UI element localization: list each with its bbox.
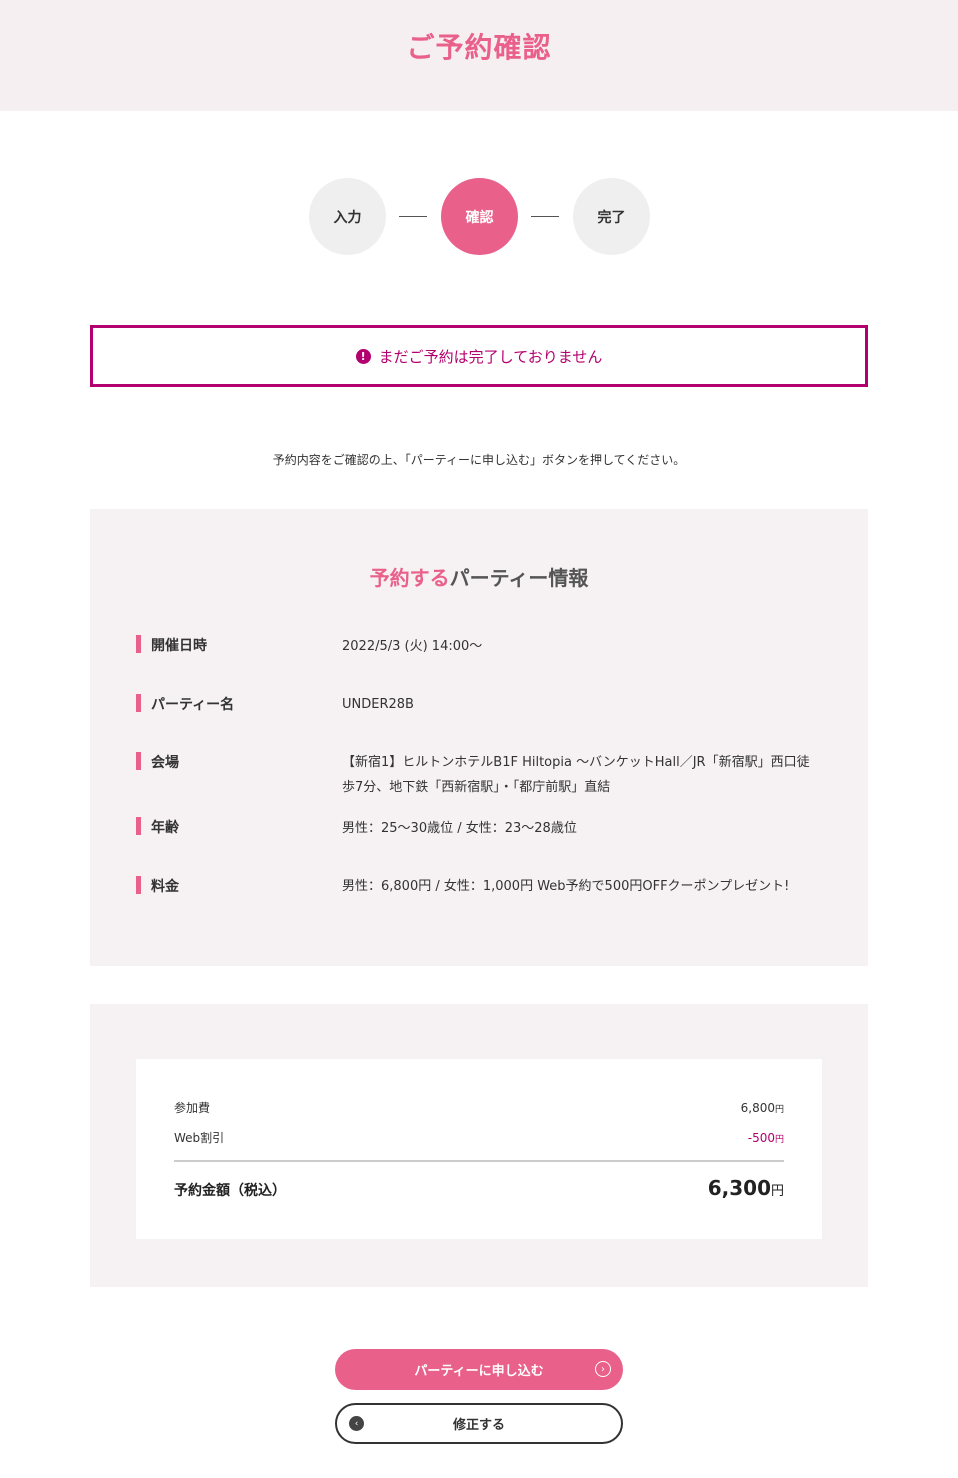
page-header: ご予約確認 <box>0 0 958 111</box>
chevron-right-icon: › <box>595 1361 611 1377</box>
row-value-venue: 【新宿1】ヒルトンホテルB1F Hiltopia 〜バンケットHall／JR「新… <box>342 755 810 795</box>
row-label-date: 開催日時 <box>136 635 207 655</box>
step-input: 入力 <box>309 178 386 255</box>
row-label-age: 年齢 <box>136 817 179 837</box>
step-complete: 完了 <box>573 178 650 255</box>
row-value-date: 2022/5/3 (火) 14:00〜 <box>342 639 483 654</box>
row-value-party-name: UNDER28B <box>342 697 414 712</box>
yen-unit: 円 <box>770 1184 784 1199</box>
yen-unit: 円 <box>774 1105 784 1115</box>
notice-text: まだご予約は完了しておりません <box>378 347 603 366</box>
discount-row: Web割引 -500円 <box>174 1129 784 1146</box>
row-label-party-name: パーティー名 <box>136 694 234 714</box>
party-info-panel: 予約するパーティー情報 開催日時 2022/5/3 (火) 14:00〜 パーテ… <box>90 509 868 966</box>
row-label-venue: 会場 <box>136 752 179 772</box>
step-connector <box>399 216 427 217</box>
discount-label: Web割引 <box>174 1131 225 1145</box>
apply-button-label: パーティーに申し込む <box>414 1364 544 1379</box>
total-value: 6,300 <box>707 1176 771 1200</box>
step-connector <box>531 216 559 217</box>
party-info-heading: 予約するパーティー情報 <box>90 562 868 591</box>
instruction-text: 予約内容をご確認の上、「パーティーに申し込む」ボタンを押してください。 <box>272 453 686 467</box>
not-complete-notice: ! まだご予約は完了しておりません <box>90 325 868 387</box>
chevron-left-icon: ‹ <box>349 1416 364 1431</box>
fee-value: 6,800 <box>740 1101 775 1115</box>
row-label-fee: 料金 <box>136 876 179 896</box>
page-title: ご予約確認 <box>406 31 552 64</box>
fee-label: 参加費 <box>174 1101 211 1115</box>
heading-rest: パーティー情報 <box>449 566 589 590</box>
step-confirm: 確認 <box>441 178 518 255</box>
apply-party-button[interactable]: パーティーに申し込む › <box>335 1349 623 1390</box>
fee-row: 参加費 6,800円 <box>174 1099 784 1116</box>
price-summary: 参加費 6,800円 Web割引 -500円 予約金額（税込） 6,300円 <box>136 1059 822 1239</box>
edit-button-label: 修正する <box>452 1418 505 1433</box>
row-value-age: 男性：25〜30歳位 / 女性：23〜28歳位 <box>342 821 577 836</box>
progress-steps: 入力 確認 完了 <box>0 178 958 256</box>
exclamation-circle-icon: ! <box>355 348 371 364</box>
row-value-fee: 男性：6,800円 / 女性：1,000円 Web予約で500円OFFクーポンプ… <box>342 879 790 894</box>
divider <box>174 1160 784 1162</box>
discount-value: -500 <box>747 1131 775 1145</box>
price-panel: 参加費 6,800円 Web割引 -500円 予約金額（税込） 6,300円 <box>90 1004 868 1287</box>
heading-accent: 予約する <box>369 566 450 590</box>
edit-button[interactable]: ‹ 修正する <box>335 1403 623 1444</box>
yen-unit: 円 <box>774 1135 784 1145</box>
total-row: 予約金額（税込） 6,300円 <box>174 1176 784 1200</box>
total-label: 予約金額（税込） <box>174 1183 286 1199</box>
